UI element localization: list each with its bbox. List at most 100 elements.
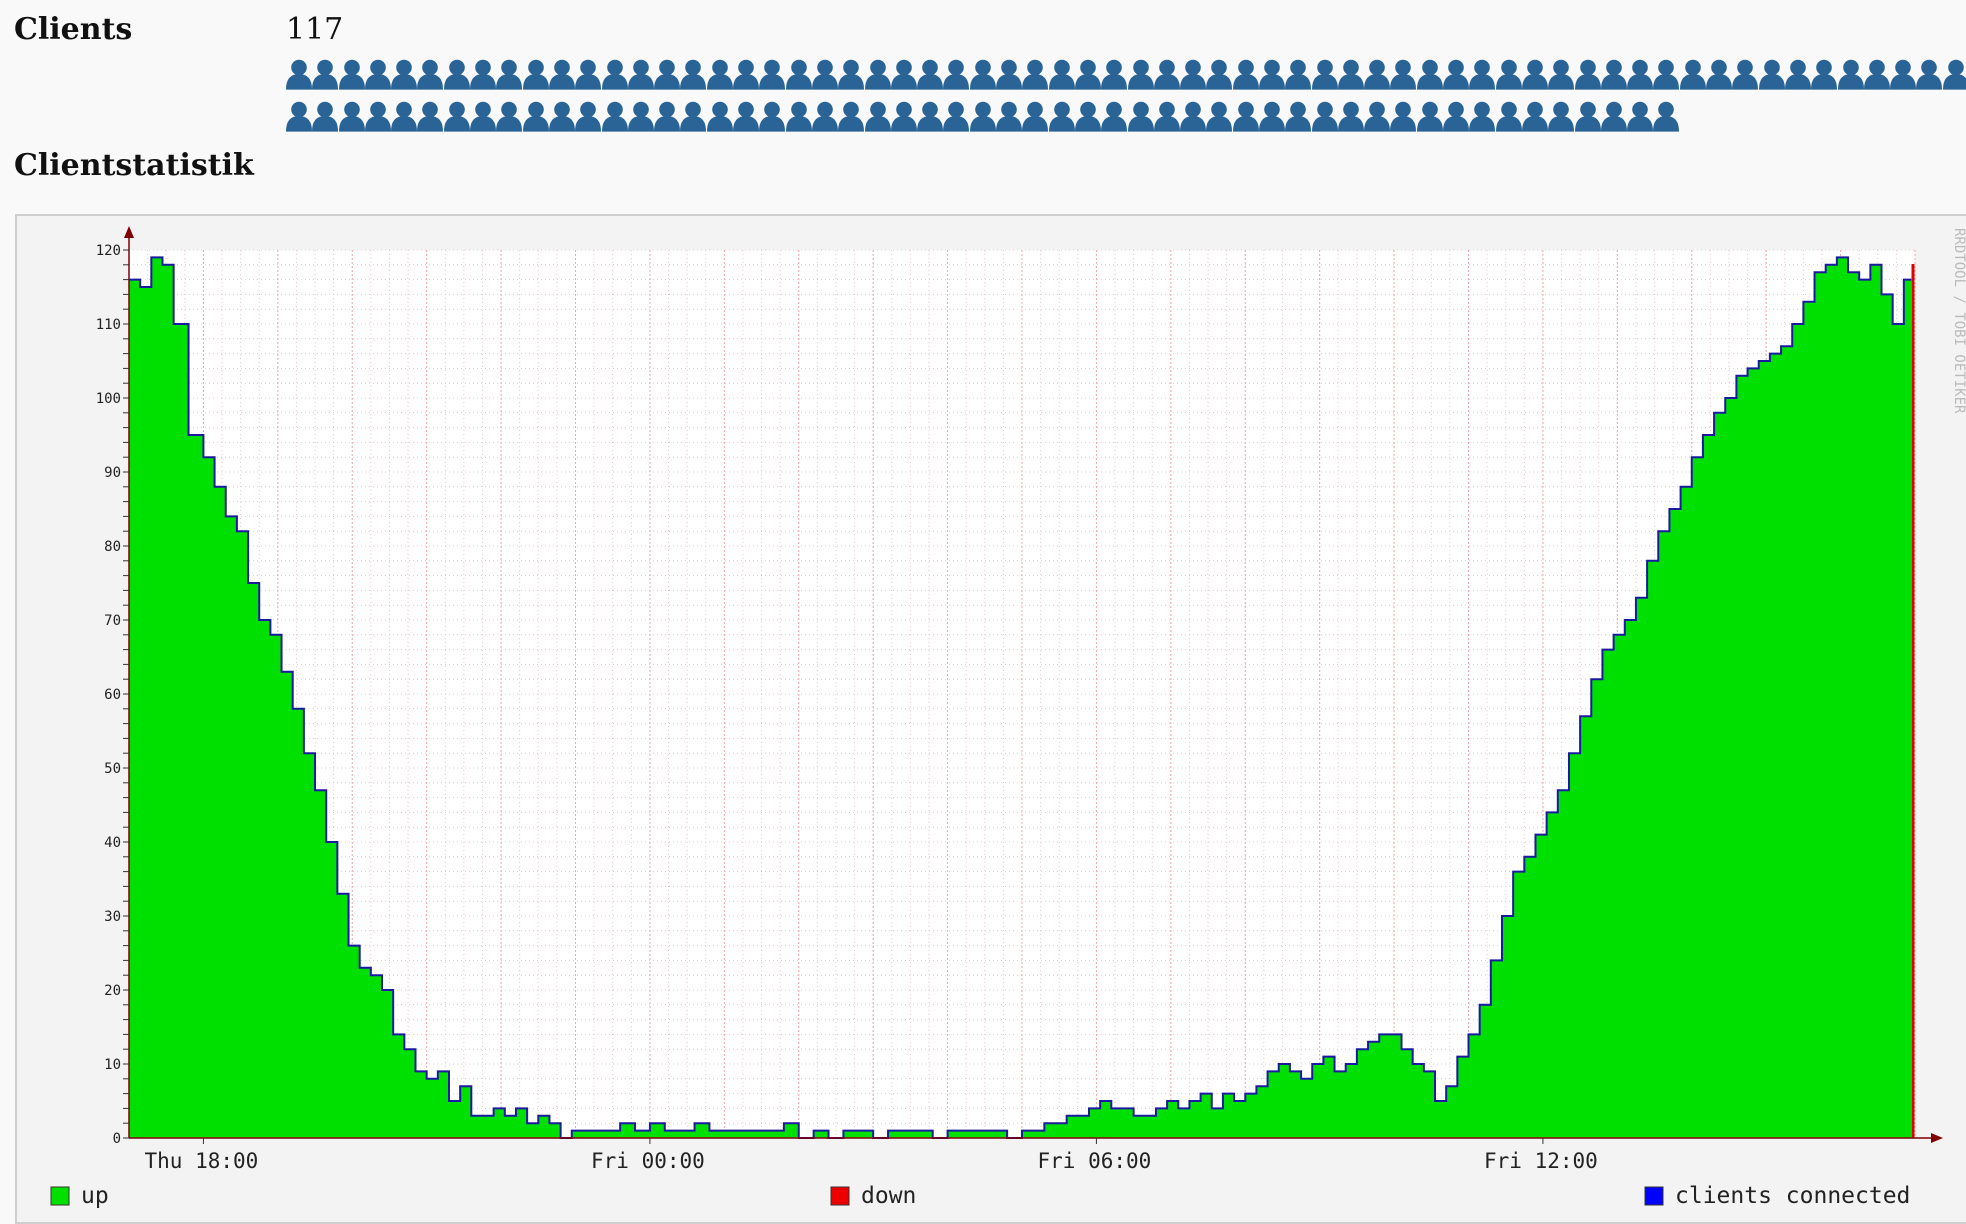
person-icon xyxy=(1521,100,1548,132)
person-icon xyxy=(627,58,654,90)
client-icons-row xyxy=(286,58,1966,92)
person-icon xyxy=(996,58,1023,90)
person-icon xyxy=(1521,58,1548,90)
person-icon xyxy=(1863,58,1890,90)
person-icon xyxy=(1390,58,1417,90)
y-tick-label: 110 xyxy=(96,317,121,333)
person-icon xyxy=(1022,100,1049,132)
person-icon xyxy=(733,58,760,90)
client-icons-row xyxy=(286,100,1680,134)
person-icon xyxy=(1653,100,1680,132)
legend-swatch xyxy=(1644,1186,1664,1206)
person-icon xyxy=(1653,58,1680,90)
person-icon xyxy=(1127,100,1154,132)
person-icon xyxy=(1074,58,1101,90)
person-icon xyxy=(1101,58,1128,90)
person-icon xyxy=(417,100,444,132)
person-icon xyxy=(969,58,996,90)
person-icon xyxy=(1074,100,1101,132)
person-icon xyxy=(1285,100,1312,132)
legend-swatch xyxy=(50,1186,70,1206)
person-icon xyxy=(1258,100,1285,132)
person-icon xyxy=(1022,58,1049,90)
person-icon xyxy=(1758,58,1785,90)
person-icon xyxy=(522,100,549,132)
person-icon xyxy=(890,100,917,132)
y-tick-label: 70 xyxy=(104,613,121,629)
x-tick-label: Fri 06:00 xyxy=(1038,1149,1152,1173)
person-icon xyxy=(1942,58,1966,90)
x-tick-label: Fri 00:00 xyxy=(591,1149,705,1173)
person-icon xyxy=(654,100,681,132)
person-icon xyxy=(1548,58,1575,90)
person-icon xyxy=(759,100,786,132)
y-tick-label: 0 xyxy=(113,1131,121,1147)
person-icon xyxy=(1311,58,1338,90)
person-icon xyxy=(969,100,996,132)
person-icon xyxy=(1443,58,1470,90)
person-icon xyxy=(996,100,1023,132)
person-icon xyxy=(575,100,602,132)
person-icon xyxy=(1837,58,1864,90)
person-icon xyxy=(943,100,970,132)
person-icon xyxy=(1048,58,1075,90)
person-icon xyxy=(733,100,760,132)
legend-label: down xyxy=(861,1183,916,1209)
person-icon xyxy=(1153,58,1180,90)
person-icon xyxy=(1574,100,1601,132)
person-icon xyxy=(1600,58,1627,90)
person-icon xyxy=(575,58,602,90)
person-icon xyxy=(1469,100,1496,132)
person-icon xyxy=(1732,58,1759,90)
person-icon xyxy=(1600,100,1627,132)
person-icon xyxy=(1206,58,1233,90)
person-icon xyxy=(1258,58,1285,90)
person-icon xyxy=(1337,58,1364,90)
person-icon xyxy=(785,100,812,132)
person-icon xyxy=(496,58,523,90)
y-tick-label: 50 xyxy=(104,761,121,777)
person-icon xyxy=(1180,58,1207,90)
person-icon xyxy=(548,100,575,132)
person-icon xyxy=(917,100,944,132)
legend-swatch xyxy=(830,1186,850,1206)
person-icon xyxy=(838,58,865,90)
person-icon xyxy=(1206,100,1233,132)
person-icon xyxy=(1890,58,1917,90)
y-tick-label: 80 xyxy=(104,539,121,555)
y-tick-label: 60 xyxy=(104,687,121,703)
y-tick-label: 40 xyxy=(104,835,121,851)
person-icon xyxy=(1337,100,1364,132)
person-icon xyxy=(864,58,891,90)
person-icon xyxy=(286,100,312,132)
person-icon xyxy=(680,58,707,90)
person-icon xyxy=(364,100,391,132)
chart-frame: 0 10 20 30 40 50 60 70 80 90 100 110 120 Thu 18:00 Fri… xyxy=(15,214,1966,1224)
legend-label: clients connected xyxy=(1675,1183,1910,1209)
person-icon xyxy=(470,100,497,132)
person-icon xyxy=(917,58,944,90)
person-icon xyxy=(312,100,339,132)
person-icon xyxy=(1469,58,1496,90)
person-icon xyxy=(1627,58,1654,90)
y-tick-label: 10 xyxy=(104,1057,121,1073)
person-icon xyxy=(601,100,628,132)
x-axis-arrow xyxy=(1931,1133,1943,1143)
person-icon xyxy=(1495,100,1522,132)
person-icon xyxy=(1180,100,1207,132)
person-icon xyxy=(1443,100,1470,132)
person-icon xyxy=(391,58,418,90)
person-icon xyxy=(864,100,891,132)
person-icon xyxy=(1495,58,1522,90)
person-icon xyxy=(654,58,681,90)
person-icon xyxy=(943,58,970,90)
person-icon xyxy=(680,100,707,132)
client-chart: 0 10 20 30 40 50 60 70 80 90 100 110 120 Thu 18:00 Fri… xyxy=(50,226,1966,1209)
person-icon xyxy=(548,58,575,90)
person-icon xyxy=(1679,58,1706,90)
person-icon xyxy=(338,100,365,132)
person-icon xyxy=(890,58,917,90)
person-icon xyxy=(312,58,339,90)
person-icon xyxy=(1416,100,1443,132)
person-icon xyxy=(1232,58,1259,90)
